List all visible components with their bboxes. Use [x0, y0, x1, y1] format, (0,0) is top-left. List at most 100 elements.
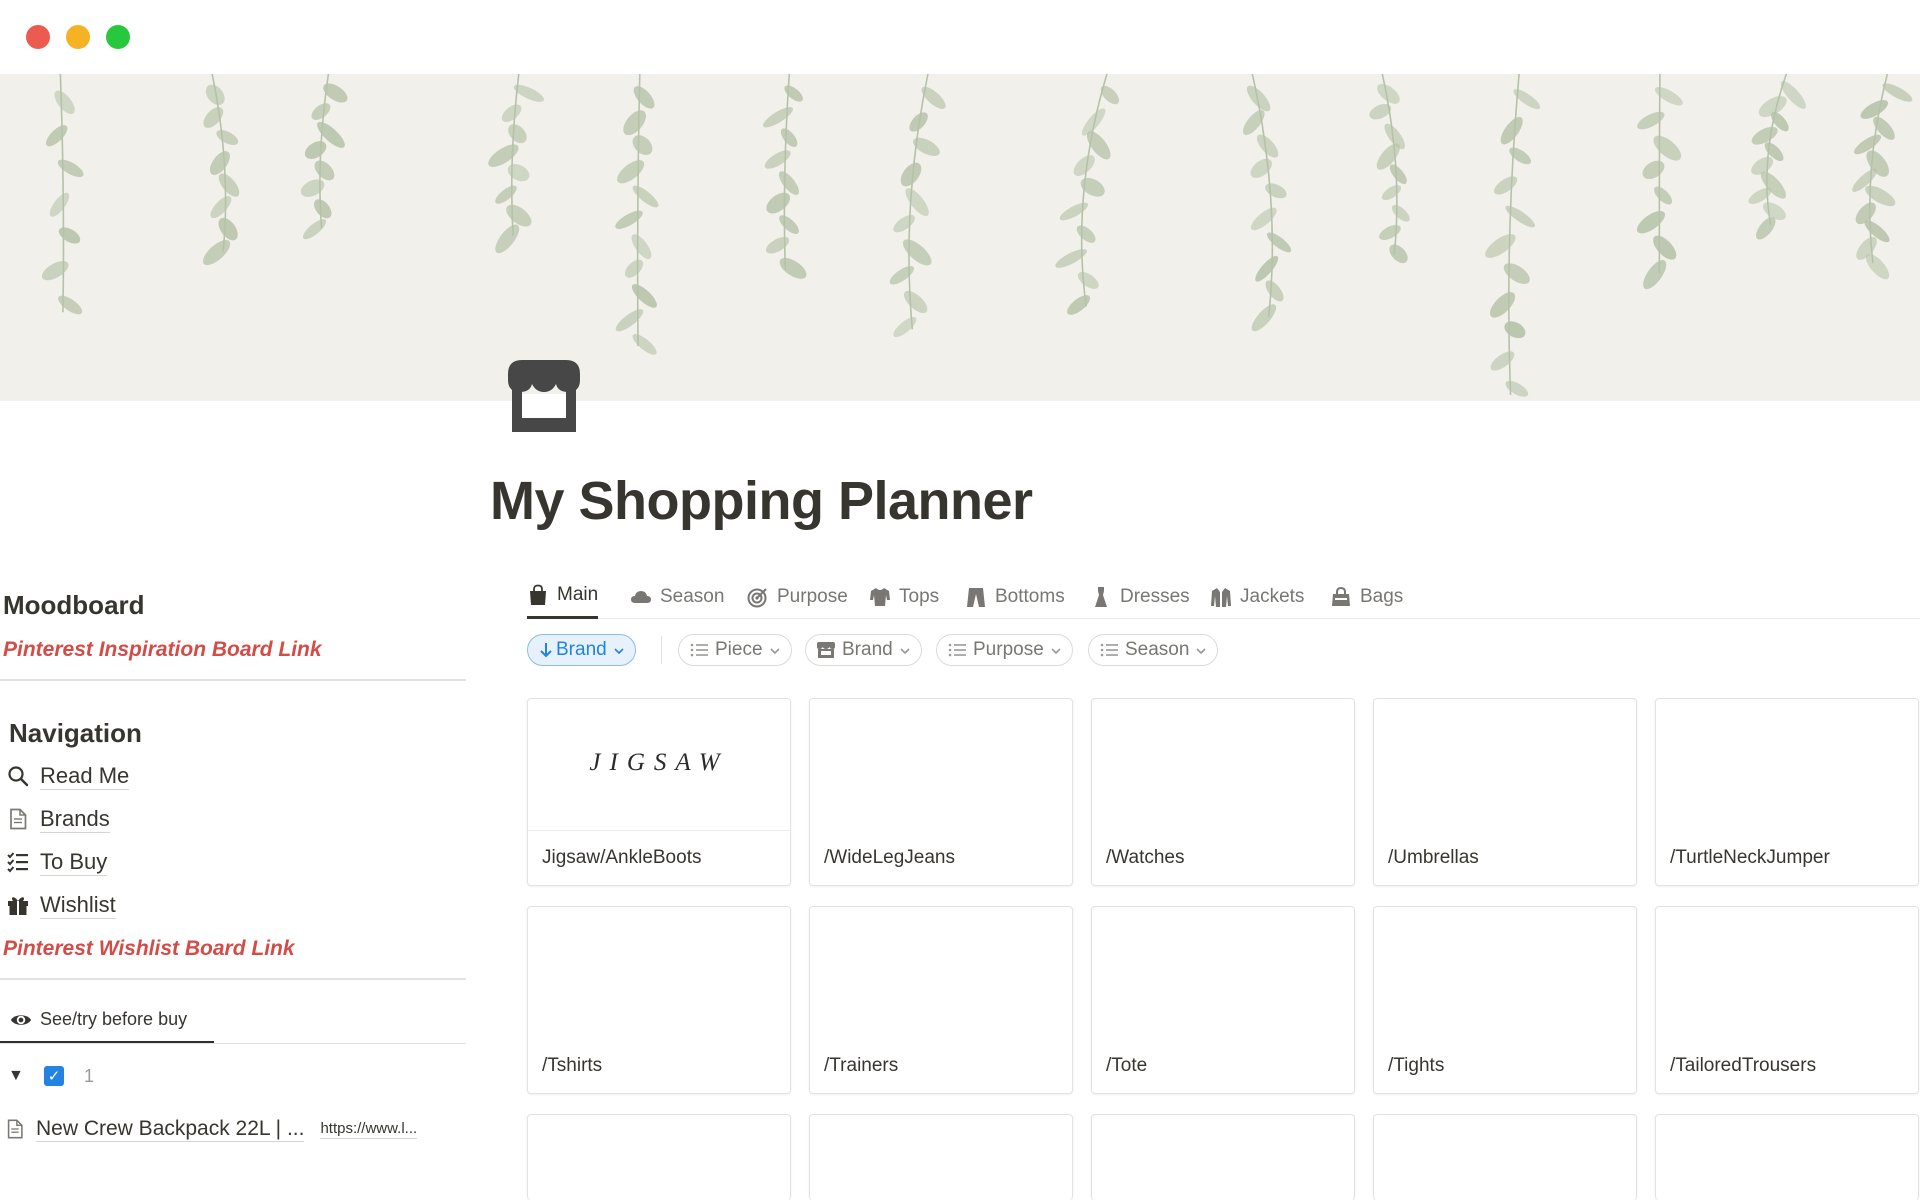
- filter-chip-piece[interactable]: Piece: [678, 634, 792, 666]
- leaf: [764, 150, 791, 169]
- nav-item-wishlist[interactable]: Wishlist: [6, 889, 116, 921]
- group-checkbox[interactable]: ✓: [44, 1066, 64, 1086]
- leaf: [766, 192, 791, 214]
- tab-dresses[interactable]: Dresses: [1090, 574, 1190, 619]
- leaf: [203, 107, 224, 128]
- view-tab-see-try-before-buy[interactable]: See/try before buy: [0, 998, 214, 1044]
- shirt-icon: [869, 586, 891, 608]
- tab-bottoms[interactable]: Bottoms: [965, 574, 1065, 619]
- leaf: [1505, 205, 1536, 228]
- gallery-card[interactable]: JIGSAW Jigsaw/AnkleBoots: [527, 698, 791, 886]
- divider: [0, 978, 466, 980]
- leaf: [1509, 147, 1532, 165]
- leaf: [1865, 253, 1890, 280]
- page-cover[interactable]: [0, 74, 1920, 401]
- item-title[interactable]: New Crew Backpack 22L | ...: [36, 1117, 305, 1142]
- chevron-down-icon: [613, 644, 625, 656]
- page-title[interactable]: My Shopping Planner: [490, 470, 1033, 532]
- gallery-card[interactable]: [1655, 1114, 1919, 1200]
- collapse-caret-icon[interactable]: ▼: [8, 1067, 28, 1085]
- leaf: [1389, 244, 1408, 264]
- leaf: [784, 85, 803, 102]
- leaf: [902, 239, 932, 266]
- nav-item-read-me[interactable]: Read Me: [6, 760, 130, 792]
- leaf: [893, 214, 915, 233]
- gallery-card[interactable]: /TailoredTrousers: [1655, 906, 1919, 1094]
- list-item[interactable]: New Crew Backpack 22L | ... https://www.…: [4, 1112, 466, 1146]
- pinterest-inspiration-link[interactable]: Pinterest Inspiration Board Link: [3, 638, 322, 662]
- tab-jackets[interactable]: Jackets: [1210, 574, 1304, 619]
- moodboard-heading: Moodboard: [3, 590, 145, 620]
- leaf: [1080, 177, 1105, 197]
- leaf: [1256, 134, 1279, 158]
- gallery-card[interactable]: [527, 1114, 791, 1200]
- gallery-card[interactable]: /Trainers: [809, 906, 1073, 1094]
- filter-chip-label: Piece: [715, 639, 763, 660]
- leaf: [1265, 183, 1287, 199]
- gallery-card[interactable]: [809, 1114, 1073, 1200]
- tab-purpose[interactable]: Purpose: [747, 574, 848, 619]
- tab-season[interactable]: Season: [630, 574, 724, 619]
- gallery-card[interactable]: /Umbrellas: [1373, 698, 1637, 886]
- list-icon: [1099, 641, 1119, 659]
- filter-chip-brand[interactable]: Brand: [805, 634, 922, 666]
- tab-label: Dresses: [1120, 585, 1190, 607]
- tab-main[interactable]: Main: [527, 574, 599, 619]
- tab-label: Jackets: [1240, 585, 1305, 607]
- leaf: [1067, 295, 1091, 315]
- pinterest-wishlist-link[interactable]: Pinterest Wishlist Board Link: [3, 937, 295, 961]
- gallery-card[interactable]: [1373, 1114, 1637, 1200]
- checklist-icon: [6, 850, 30, 874]
- tab-label: Season: [660, 585, 725, 607]
- arrow-down-icon: [538, 641, 554, 659]
- gallery-card[interactable]: /TurtleNeckJumper: [1655, 698, 1919, 886]
- leaf: [1073, 155, 1095, 176]
- filter-chip-season[interactable]: Season: [1088, 634, 1219, 666]
- leaf: [1489, 292, 1516, 318]
- gallery-card[interactable]: /Tights: [1373, 906, 1637, 1094]
- gallery-card[interactable]: [1091, 1114, 1355, 1200]
- item-url[interactable]: https://www.l...: [320, 1120, 418, 1139]
- minimize-window-button[interactable]: [66, 25, 90, 49]
- tab-tops[interactable]: Tops: [869, 574, 939, 619]
- document-icon: [4, 1118, 26, 1140]
- tab-bags[interactable]: Bags: [1330, 574, 1403, 619]
- gallery-card[interactable]: /Tote: [1091, 906, 1355, 1094]
- filter-chip-label: Season: [1125, 639, 1190, 660]
- gallery-card[interactable]: /Tshirts: [527, 906, 791, 1094]
- nav-item-label: Wishlist: [40, 891, 116, 919]
- window-titlebar: [0, 0, 1920, 74]
- leaf: [632, 135, 653, 156]
- leaf: [1500, 116, 1523, 145]
- filter-chip-purpose[interactable]: Purpose: [936, 634, 1073, 666]
- filter-chip-label: Purpose: [973, 639, 1044, 660]
- leaf: [780, 128, 798, 147]
- leaf: [1643, 260, 1667, 290]
- leaf: [1637, 111, 1665, 130]
- leaf: [507, 164, 530, 182]
- card-title: /Tshirts: [542, 1055, 603, 1076]
- leaf: [889, 266, 915, 285]
- close-window-button[interactable]: [26, 25, 50, 49]
- nav-item-brands[interactable]: Brands: [6, 803, 110, 835]
- leaf: [1055, 249, 1087, 268]
- nav-item-label: To Buy: [40, 848, 108, 876]
- maximize-window-button[interactable]: [106, 25, 130, 49]
- leaf: [311, 103, 331, 120]
- leaf: [506, 204, 532, 227]
- search-icon: [6, 764, 30, 788]
- card-title: /Tote: [1106, 1055, 1148, 1076]
- leaf: [765, 236, 790, 254]
- leaf: [202, 240, 231, 266]
- storefront-icon[interactable]: [504, 356, 584, 438]
- leaf: [210, 196, 232, 219]
- leaf: [1636, 210, 1665, 234]
- gallery-card[interactable]: /WideLegJeans: [809, 698, 1073, 886]
- leaf: [209, 151, 230, 175]
- gallery-card[interactable]: /Watches: [1091, 698, 1355, 886]
- leaf: [218, 217, 238, 241]
- tab-label: Bags: [1360, 585, 1404, 607]
- sort-chip-brand[interactable]: Brand: [527, 634, 636, 666]
- leaf: [54, 90, 75, 115]
- nav-item-to-buy[interactable]: To Buy: [6, 846, 108, 878]
